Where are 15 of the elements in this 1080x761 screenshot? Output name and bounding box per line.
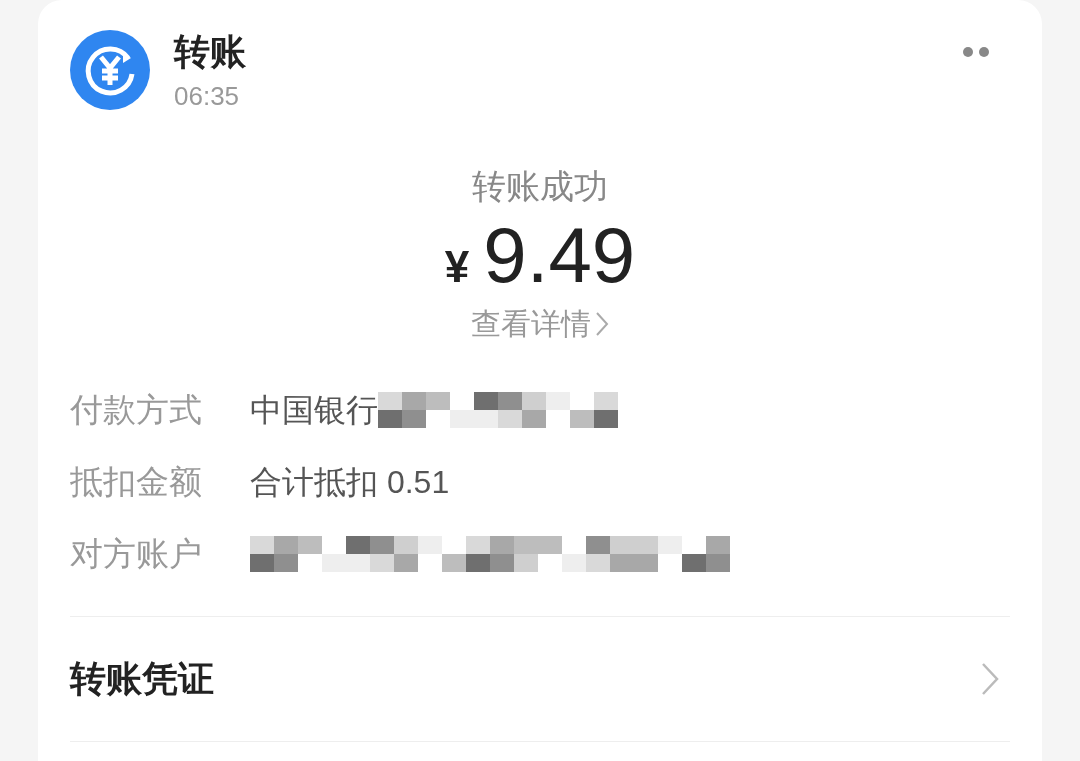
field-label: 对方账户 [70,534,203,575]
status-text: 转账成功 [472,166,608,207]
chevron-icon [595,311,609,337]
field-value: 合计抵扣 0.51 [250,463,450,502]
voucher-row[interactable]: 转账凭证 [70,616,1010,742]
notification-title: 转账 [174,30,246,74]
field-value: 中国银行 [250,391,378,430]
more-icon[interactable] [962,46,990,58]
notification-time: 06:35 [174,80,241,113]
field-label: 抵扣金额 [70,462,203,503]
currency-symbol: ¥ [444,241,470,293]
chevron-icon [980,661,1000,697]
field-label: 付款方式 [70,390,203,431]
amount-text: 9.49 [483,212,636,298]
yuan-transfer-icon [70,30,150,110]
